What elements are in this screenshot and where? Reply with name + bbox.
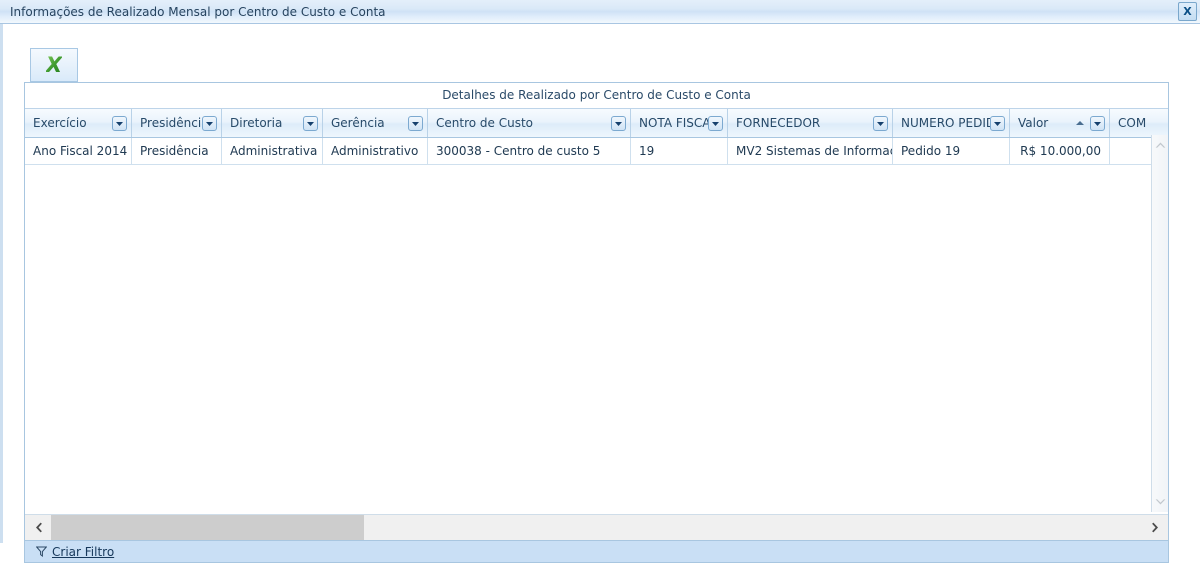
column-filter-dropdown-icon[interactable] (1090, 115, 1105, 131)
column-header-label: NUMERO PEDIDO (901, 116, 990, 130)
create-filter-link[interactable]: Criar Filtro (52, 545, 114, 559)
table-cell-7: Pedido 19 (893, 138, 1010, 165)
table-cell-4: 300038 - Centro de custo 5 (428, 138, 631, 165)
column-header-label: Gerência (331, 116, 385, 130)
column-header-1[interactable]: Presidência (132, 109, 222, 137)
window-body: X Detalhes de Realizado por Centro de Cu… (0, 24, 1200, 563)
column-header-3[interactable]: Gerência (323, 109, 428, 137)
vertical-scrollbar[interactable] (1151, 135, 1168, 512)
column-header-9[interactable]: COM (1110, 109, 1168, 137)
application-window: Informações de Realizado Mensal por Cent… (0, 0, 1200, 563)
data-grid: Detalhes de Realizado por Centro de Cust… (24, 82, 1169, 541)
column-header-label: FORNECEDOR (736, 116, 821, 130)
column-filter-dropdown-icon[interactable] (202, 115, 217, 131)
table-cell-8: R$ 10.000,00 (1010, 138, 1110, 165)
column-header-7[interactable]: NUMERO PEDIDO (893, 109, 1010, 137)
horizontal-scroll-track[interactable] (51, 515, 1142, 540)
column-header-label: Exercício (33, 116, 87, 130)
table-row[interactable]: Ano Fiscal 2014 Presidência Administrativa… (25, 138, 1168, 165)
window-title: Informações de Realizado Mensal por Cent… (10, 4, 386, 19)
grid-header-viewport: Exercício Presidência Diretoria Gerência Cen… (25, 109, 1168, 138)
chevron-up-icon[interactable] (1154, 139, 1167, 152)
chevron-right-icon[interactable] (1142, 515, 1168, 540)
window-titlebar: Informações de Realizado Mensal por Cent… (0, 0, 1200, 24)
table-cell-2: Administrativa (222, 138, 323, 165)
table-cell-3: Administrativo (323, 138, 428, 165)
chevron-down-icon[interactable] (1154, 495, 1167, 508)
chevron-left-icon[interactable] (25, 515, 51, 540)
column-filter-dropdown-icon[interactable] (303, 115, 318, 131)
column-header-label: Diretoria (230, 116, 283, 130)
column-header-label: Centro de Custo (436, 116, 533, 130)
export-to-excel-button[interactable]: X (30, 48, 78, 82)
horizontal-scrollbar[interactable] (25, 514, 1168, 540)
column-filter-dropdown-icon[interactable] (708, 115, 723, 131)
funnel-icon (36, 546, 47, 557)
column-header-label: Valor (1018, 116, 1049, 130)
column-filter-dropdown-icon[interactable] (611, 115, 626, 131)
filter-bar: Criar Filtro (24, 541, 1169, 563)
sort-ascending-icon (1076, 121, 1084, 125)
grid-header-row: Exercício Presidência Diretoria Gerência Cen… (25, 109, 1168, 137)
toolbar: X (30, 48, 78, 82)
grid-body-viewport: Ano Fiscal 2014 Presidência Administrativa… (25, 138, 1168, 540)
excel-export-icon: X (45, 52, 63, 77)
column-header-0[interactable]: Exercício (25, 109, 132, 137)
column-header-5[interactable]: NOTA FISCAL (631, 109, 728, 137)
table-cell-6: MV2 Sistemas de Informação (728, 138, 893, 165)
column-header-label: COM (1118, 116, 1147, 130)
table-cell-0: Ano Fiscal 2014 (25, 138, 132, 165)
column-header-label: NOTA FISCAL (639, 116, 708, 130)
table-cell-1: Presidência (132, 138, 222, 165)
column-header-8[interactable]: Valor (1010, 109, 1110, 137)
column-header-label: Presidência (140, 116, 202, 130)
column-filter-dropdown-icon[interactable] (112, 115, 127, 131)
grid-caption: Detalhes de Realizado por Centro de Cust… (25, 83, 1168, 109)
horizontal-scroll-thumb[interactable] (51, 515, 364, 540)
column-header-6[interactable]: FORNECEDOR (728, 109, 893, 137)
column-header-4[interactable]: Centro de Custo (428, 109, 631, 137)
column-header-2[interactable]: Diretoria (222, 109, 323, 137)
table-cell-5: 19 (631, 138, 728, 165)
column-filter-dropdown-icon[interactable] (990, 115, 1005, 131)
column-filter-dropdown-icon[interactable] (873, 115, 888, 131)
grid-inner: Exercício Presidência Diretoria Gerência Cen… (25, 109, 1168, 540)
close-icon[interactable]: X (1178, 2, 1197, 21)
column-filter-dropdown-icon[interactable] (408, 115, 423, 131)
